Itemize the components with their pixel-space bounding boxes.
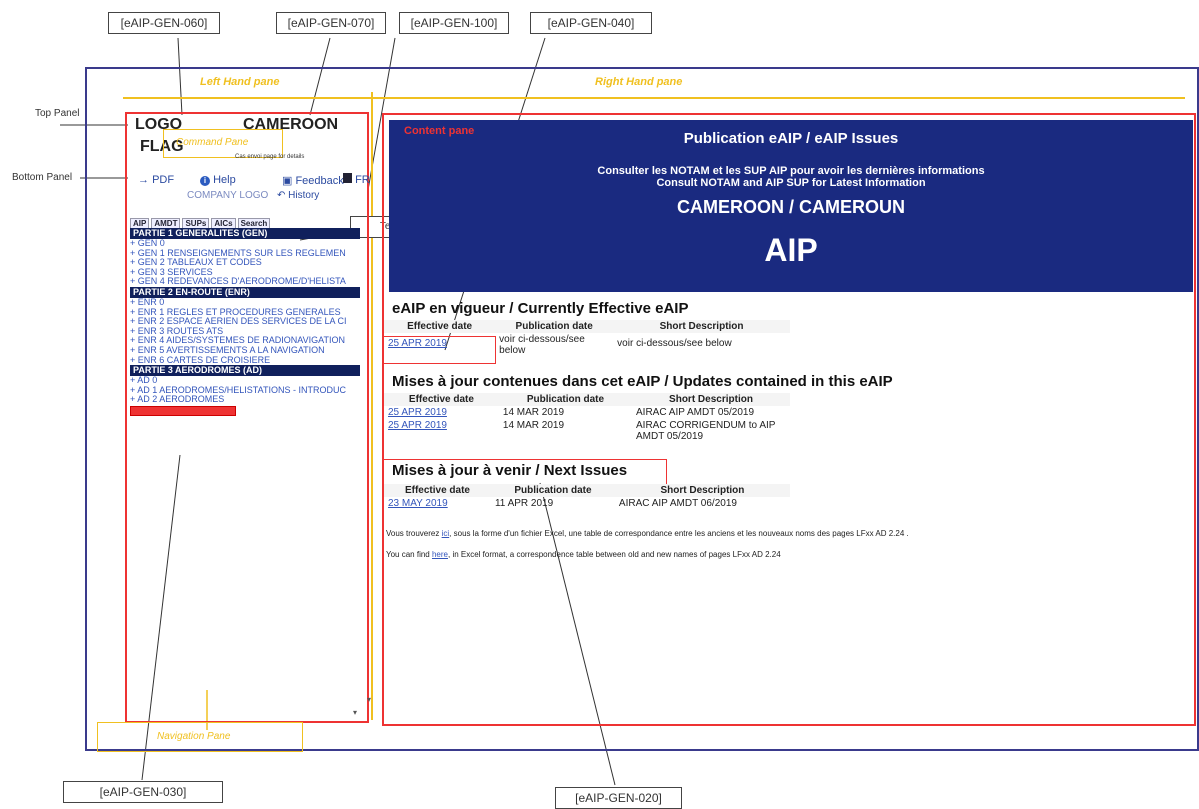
col-header: Publication date: [495, 320, 614, 333]
callout-gen-040: [eAIP-GEN-040]: [530, 12, 652, 34]
nav-part-enr[interactable]: PARTIE 2 EN-ROUTE (ENR): [130, 286, 360, 298]
note-fr: Vous trouverez ici, sous la forme d'un f…: [386, 529, 909, 538]
nav-item[interactable]: + ENR 6 CARTES DE CROISIERE: [130, 356, 360, 366]
publication-banner: Publication eAIP / eAIP Issues Consulter…: [389, 120, 1193, 292]
table-row: 25 APR 2019 14 MAR 2019 AIRAC AIP AMDT 0…: [384, 406, 790, 419]
left-hand-pane: [125, 112, 369, 723]
banner-country: CAMEROON / CAMEROUN: [677, 197, 905, 217]
nav-item[interactable]: + GEN 3 SERVICES: [130, 268, 360, 278]
effective-date-link[interactable]: 25 APR 2019: [388, 420, 447, 431]
table-cell: voir ci-dessous/see below: [617, 338, 732, 349]
table-cell: 14 MAR 2019: [502, 420, 565, 431]
help-link[interactable]: i Help: [200, 174, 236, 186]
content-pane-label: Content pane: [404, 125, 475, 137]
current-eaip-heading: eAIP en vigueur / Currently Effective eA…: [392, 300, 689, 317]
feedback-label: Feedback: [295, 175, 344, 187]
note-en-pre: You can find: [386, 550, 430, 559]
language-label: FR: [355, 174, 370, 186]
col-header: Short Description: [632, 393, 790, 406]
col-header: Short Description: [614, 484, 790, 497]
banner-line-en: Consult NOTAM and AIP SUP for Latest Inf…: [656, 177, 926, 189]
table-row: 23 MAY 2019 11 APR 2019 AIRAC AIP AMDT 0…: [384, 497, 790, 510]
callout-gen-060: [eAIP-GEN-060]: [108, 12, 220, 34]
nav-item[interactable]: + ENR 4 AIDES/SYSTEMES DE RADIONAVIGATIO…: [130, 336, 360, 346]
col-header: Publication date: [490, 484, 615, 497]
nav-item[interactable]: + ENR 0: [130, 298, 360, 308]
nav-item[interactable]: + AD 2 AERODROMES: [130, 395, 360, 405]
note-en: You can find here, in Excel format, a co…: [386, 550, 781, 559]
navigation-tree: PARTIE 1 GENERALITES (GEN) + GEN 0 + GEN…: [130, 228, 360, 416]
updates-heading: Mises à jour contenues dans cet eAIP / U…: [392, 373, 893, 390]
callout-gen-100: [eAIP-GEN-100]: [399, 12, 509, 34]
nav-item[interactable]: + GEN 0: [130, 239, 360, 249]
nav-item[interactable]: + GEN 2 TABLEAUX ET CODES: [130, 258, 360, 268]
help-icon: i: [200, 176, 210, 186]
col-header: Publication date: [498, 393, 632, 406]
col-header: Effective date: [384, 484, 491, 497]
table-cell: voir ci-dessous/see below: [499, 334, 585, 356]
callout-gen-030: [eAIP-GEN-030]: [63, 781, 223, 803]
callout-gen-070: [eAIP-GEN-070]: [276, 12, 386, 34]
col-header: Short Description: [613, 320, 790, 333]
flag-icon: [343, 173, 352, 183]
note-fr-pre: Vous trouverez: [386, 529, 440, 538]
language-toggle[interactable]: FR: [343, 173, 370, 186]
col-header: Effective date: [384, 320, 496, 333]
left-hand-pane-label: Left Hand pane: [200, 76, 280, 88]
callout-gen-020: [eAIP-GEN-020]: [555, 787, 682, 809]
navigation-pane-label: Navigation Pane: [157, 731, 231, 742]
next-issues-table: Effective date Publication date Short De…: [384, 484, 790, 510]
table-cell: 11 APR 2019: [494, 498, 554, 509]
nav-item[interactable]: + ENR 5 AVERTISSEMENTS A LA NAVIGATION: [130, 346, 360, 356]
pdf-label: PDF: [152, 174, 175, 186]
command-pane-label: Command Pane: [176, 137, 249, 148]
nav-item[interactable]: + GEN 4 REDEVANCES D'AERODROME/D'HELISTA: [130, 277, 360, 287]
table-cell: 14 MAR 2019: [502, 407, 565, 418]
scroll-down-arrow[interactable]: ▾: [367, 695, 371, 704]
table-cell: AIRAC CORRIGENDUM to AIP AMDT 05/2019: [636, 420, 776, 442]
nav-item[interactable]: + AD 0: [130, 376, 360, 386]
note-en-post: , in Excel format, a correspondence tabl…: [448, 550, 781, 559]
nav-item[interactable]: + ENR 3 ROUTES ATS: [130, 327, 360, 337]
table-row: 25 APR 2019 14 MAR 2019 AIRAC CORRIGENDU…: [384, 419, 790, 443]
help-label: Help: [213, 174, 236, 186]
nav-item[interactable]: + GEN 1 RENSEIGNEMENTS SUR LES REGLEMEN: [130, 249, 360, 259]
table-cell: AIRAC AIP AMDT 06/2019: [618, 498, 737, 509]
effective-date-link[interactable]: 23 MAY 2019: [388, 498, 448, 509]
nav-item[interactable]: + ENR 1 REGLES ET PROCEDURES GENERALES: [130, 308, 360, 318]
table-cell: AIRAC AIP AMDT 05/2019: [636, 407, 755, 418]
col-header: Effective date: [384, 393, 499, 406]
banner-aip: AIP: [764, 232, 818, 268]
scroll-corner-arrow[interactable]: ▾: [353, 708, 357, 717]
note-en-link[interactable]: here: [432, 550, 448, 559]
effective-date-link[interactable]: 25 APR 2019: [388, 407, 447, 418]
company-logo: COMPANY LOGO: [187, 190, 269, 201]
tiny-note: Cas envoi page for details: [235, 154, 305, 160]
top-panel-label: Top Panel: [35, 108, 80, 119]
bottom-panel-label: Bottom Panel: [12, 172, 73, 183]
updates-table: Effective date Publication date Short De…: [384, 393, 790, 443]
highlighted-nav-item: [130, 405, 236, 416]
note-fr-post: , sous la forme d'un fichier Excel, une …: [449, 529, 909, 538]
pdf-link[interactable]: → PDF: [138, 174, 174, 186]
nav-part-ad[interactable]: PARTIE 3 AERODROMES (AD): [130, 365, 360, 377]
nav-item[interactable]: + AD 1 AERODROMES/HELISTATIONS - INTRODU…: [130, 386, 360, 396]
feedback-link[interactable]: ▣ Feedback: [282, 174, 344, 187]
right-hand-pane-label: Right Hand pane: [595, 76, 683, 88]
nav-item[interactable]: + ENR 2 ESPACE AERIEN DES SERVICES DE LA…: [130, 317, 360, 327]
highlight-box: [382, 336, 496, 364]
history-link[interactable]: ↶ History: [277, 190, 319, 201]
history-label: History: [288, 190, 320, 201]
banner-title: Publication eAIP / eAIP Issues: [683, 130, 899, 147]
banner-line-fr: Consulter les NOTAM et les SUP AIP pour …: [597, 165, 985, 177]
nav-part-gen[interactable]: PARTIE 1 GENERALITES (GEN): [130, 228, 360, 239]
